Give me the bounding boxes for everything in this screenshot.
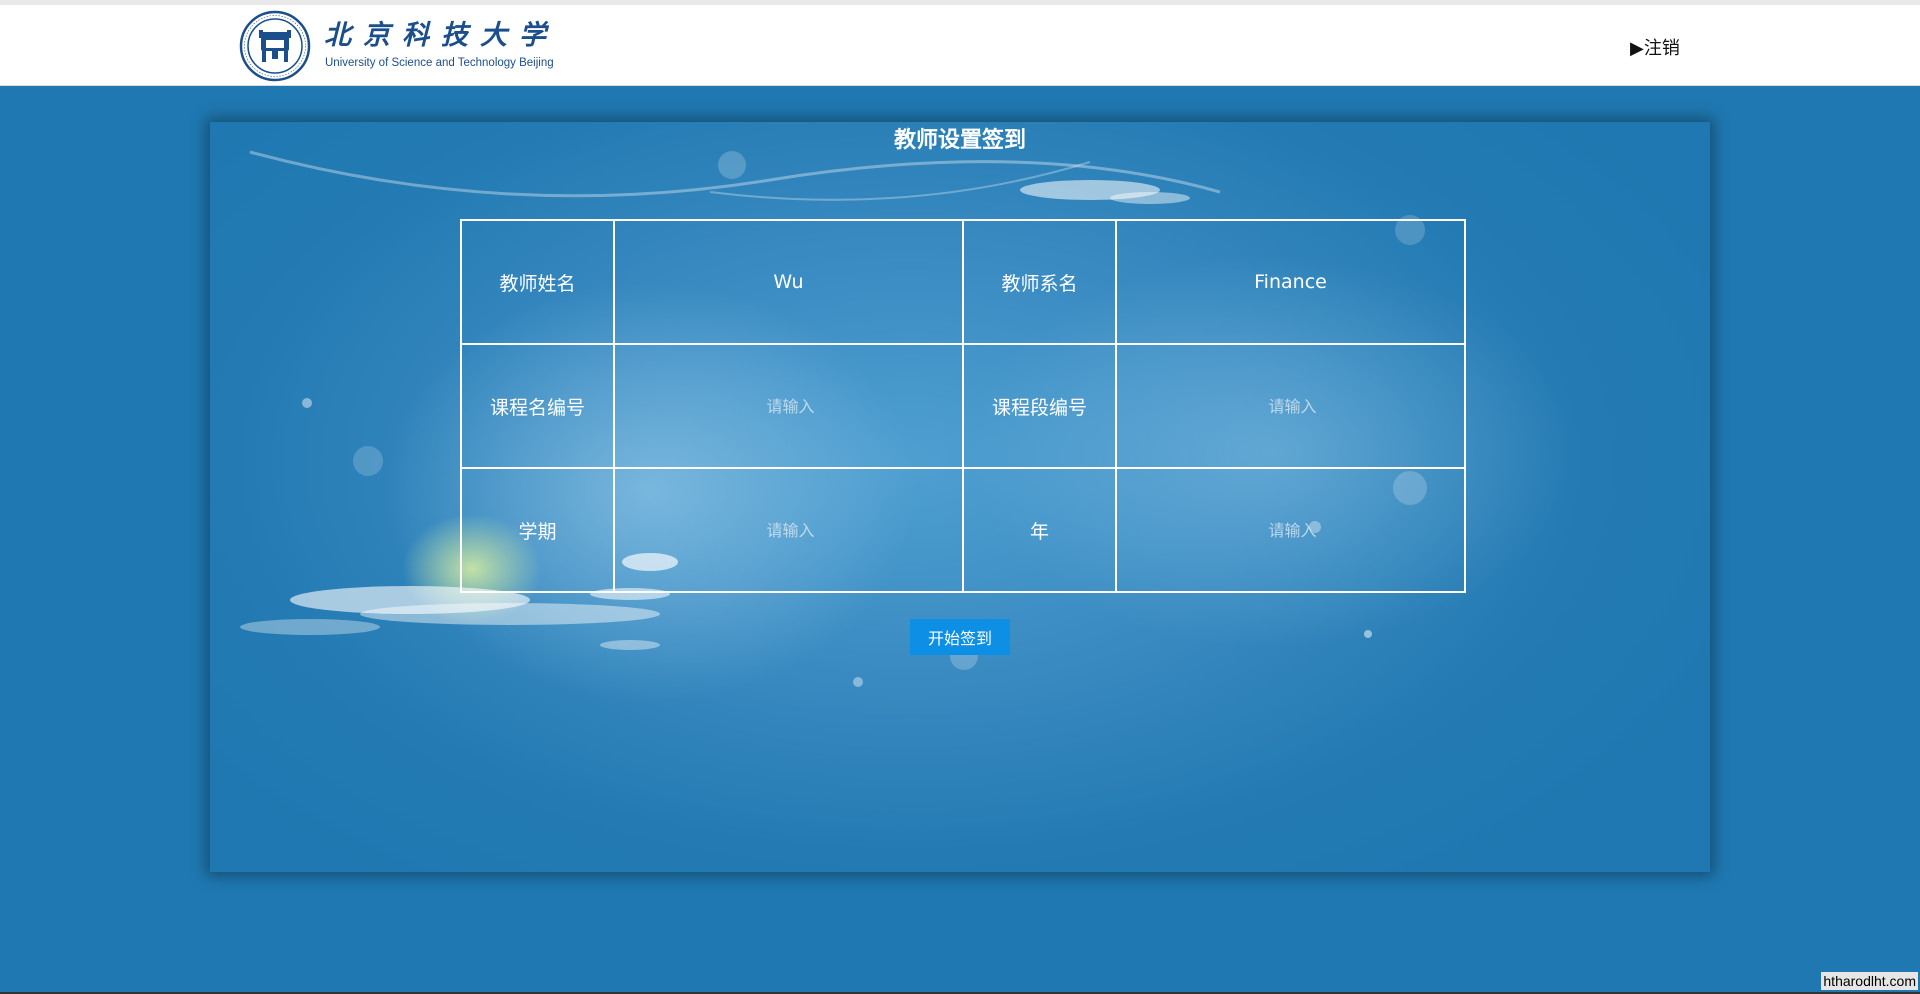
year-input[interactable]	[1117, 468, 1468, 592]
semester-label: 学期	[460, 467, 615, 593]
table-row: 课程名编号 课程段编号	[460, 343, 1468, 469]
year-label: 年	[962, 467, 1117, 593]
logo-title: 北京科技大学	[324, 20, 558, 51]
section-id-input[interactable]	[1117, 344, 1468, 468]
university-seal-icon	[239, 10, 311, 82]
course-id-label: 课程名编号	[460, 343, 615, 469]
department-label: 教师系名	[962, 219, 1117, 345]
watermark: htharodlht.com	[1821, 972, 1918, 990]
university-logo[interactable]: 北京科技大学 University of Science and Technol…	[239, 10, 554, 84]
section-id-label: 课程段编号	[962, 343, 1117, 469]
year-cell	[1115, 467, 1468, 593]
section-id-cell	[1115, 343, 1468, 469]
department-value: Finance	[1115, 219, 1466, 345]
course-id-input[interactable]	[615, 344, 966, 468]
course-id-cell	[613, 343, 966, 469]
logo-subtitle: University of Science and Technology Bei…	[325, 57, 554, 69]
table-row: 学期 年	[460, 467, 1468, 593]
panel-title: 教师设置签到	[893, 128, 1026, 153]
teacher-name-label: 教师姓名	[460, 219, 615, 345]
logout-link[interactable]: ▶注销	[1630, 34, 1680, 60]
sign-in-settings-panel: 教师设置签到 教师姓名 Wu 教师系名 Finance 课程名编号 课程段编号 …	[210, 122, 1710, 872]
semester-input[interactable]	[615, 468, 966, 592]
start-sign-in-button[interactable]: 开始签到	[910, 619, 1010, 655]
site-header: 北京科技大学 University of Science and Technol…	[0, 5, 1920, 86]
teacher-name-value: Wu	[613, 219, 964, 345]
sign-in-settings-form: 教师姓名 Wu 教师系名 Finance 课程名编号 课程段编号 学期 年	[460, 219, 1468, 593]
semester-cell	[613, 467, 966, 593]
table-row: 教师姓名 Wu 教师系名 Finance	[460, 219, 1466, 345]
